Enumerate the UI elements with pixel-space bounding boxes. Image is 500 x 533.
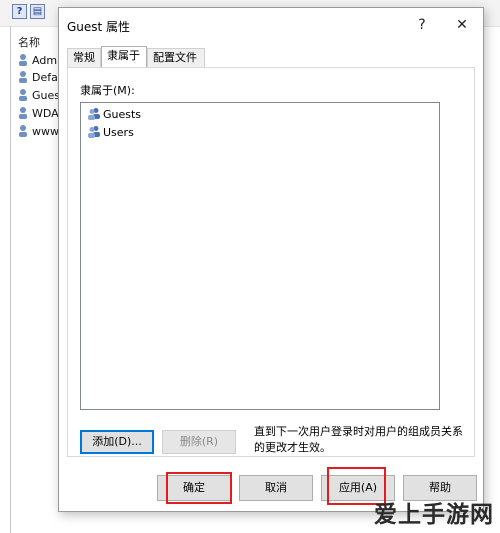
tab-general[interactable]: 常规 [67,48,101,67]
list-item-label: WDA [32,107,59,120]
watermark: 爱上手游网 [374,502,494,528]
member-label: Guests [103,108,142,121]
list-item[interactable]: Users [87,125,134,141]
group-icon [88,126,100,138]
user-icon [19,71,27,83]
help-icon[interactable]: ? [12,4,27,19]
list-item-label: Admi [32,54,61,67]
tab-profile[interactable]: 配置文件 [147,48,205,67]
cancel-button[interactable]: 取消 [239,475,313,501]
member-label: Users [103,126,134,139]
user-icon [19,54,27,66]
list-item[interactable]: WDA [17,105,62,122]
list-item-label: Gues [32,89,60,102]
membership-note: 直到下一次用户登录时对用户的组成员关系的更改才生效。 [254,425,463,454]
remove-button[interactable]: 删除(R) [162,430,236,454]
dialog-titlebar[interactable]: Guest 属性 ? ✕ [59,8,483,40]
list-item[interactable]: Gues [17,87,62,104]
tab-member-of[interactable]: 隶属于 [101,46,147,67]
list-item[interactable]: Admi [17,52,62,69]
list-item[interactable]: Defau [17,69,62,86]
list-item[interactable]: www. [17,123,62,140]
user-icon [19,107,27,119]
column-header-name[interactable]: 名称 [18,34,40,50]
member-of-label: 隶属于(M): [80,84,135,97]
background-divider [10,26,11,533]
properties-icon[interactable]: ▤ [30,4,45,19]
help-button[interactable]: ? [411,14,433,36]
user-icon [19,125,27,137]
dialog-title: Guest 属性 [67,20,131,34]
user-icon [19,89,27,101]
ok-button[interactable]: 确定 [157,475,231,501]
list-item[interactable]: Guests [87,107,141,123]
add-button[interactable]: 添加(D)... [80,430,154,454]
member-of-list[interactable]: Guests Users [80,102,440,410]
member-of-panel: 隶属于(M): Guests Users 添加(D)... 删除(R) 直到下一… [67,67,475,457]
group-icon [88,108,100,120]
close-button[interactable]: ✕ [451,14,473,36]
guest-properties-dialog: Guest 属性 ? ✕ 常规 隶属于 配置文件 隶属于(M): Guests … [58,7,484,512]
